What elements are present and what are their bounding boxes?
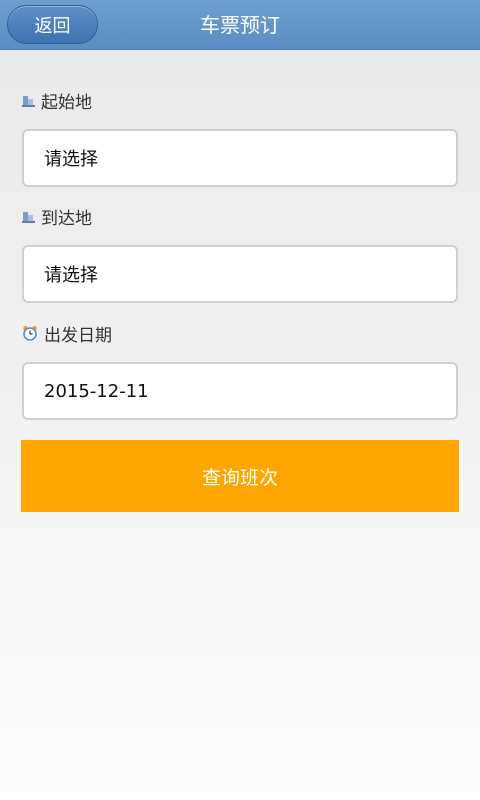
back-button[interactable]: 返回 <box>7 5 98 44</box>
departure-date-field[interactable]: 2015-12-11 <box>22 362 458 420</box>
destination-select[interactable]: 请选择 <box>22 245 458 303</box>
page-title: 车票预订 <box>200 13 280 37</box>
destination-label-row: 到达地 <box>22 204 92 229</box>
top-bar: 返回 车票预订 <box>0 0 480 50</box>
city-icon <box>22 94 35 107</box>
query-schedules-button[interactable]: 查询班次 <box>21 440 459 512</box>
origin-select[interactable]: 请选择 <box>22 129 458 187</box>
alarm-clock-icon <box>23 325 37 341</box>
city-icon <box>22 210 35 223</box>
destination-label: 到达地 <box>41 208 92 229</box>
date-label-row: 出发日期 <box>22 321 112 346</box>
date-label: 出发日期 <box>44 325 112 346</box>
origin-label: 起始地 <box>41 92 92 113</box>
origin-label-row: 起始地 <box>22 88 92 113</box>
